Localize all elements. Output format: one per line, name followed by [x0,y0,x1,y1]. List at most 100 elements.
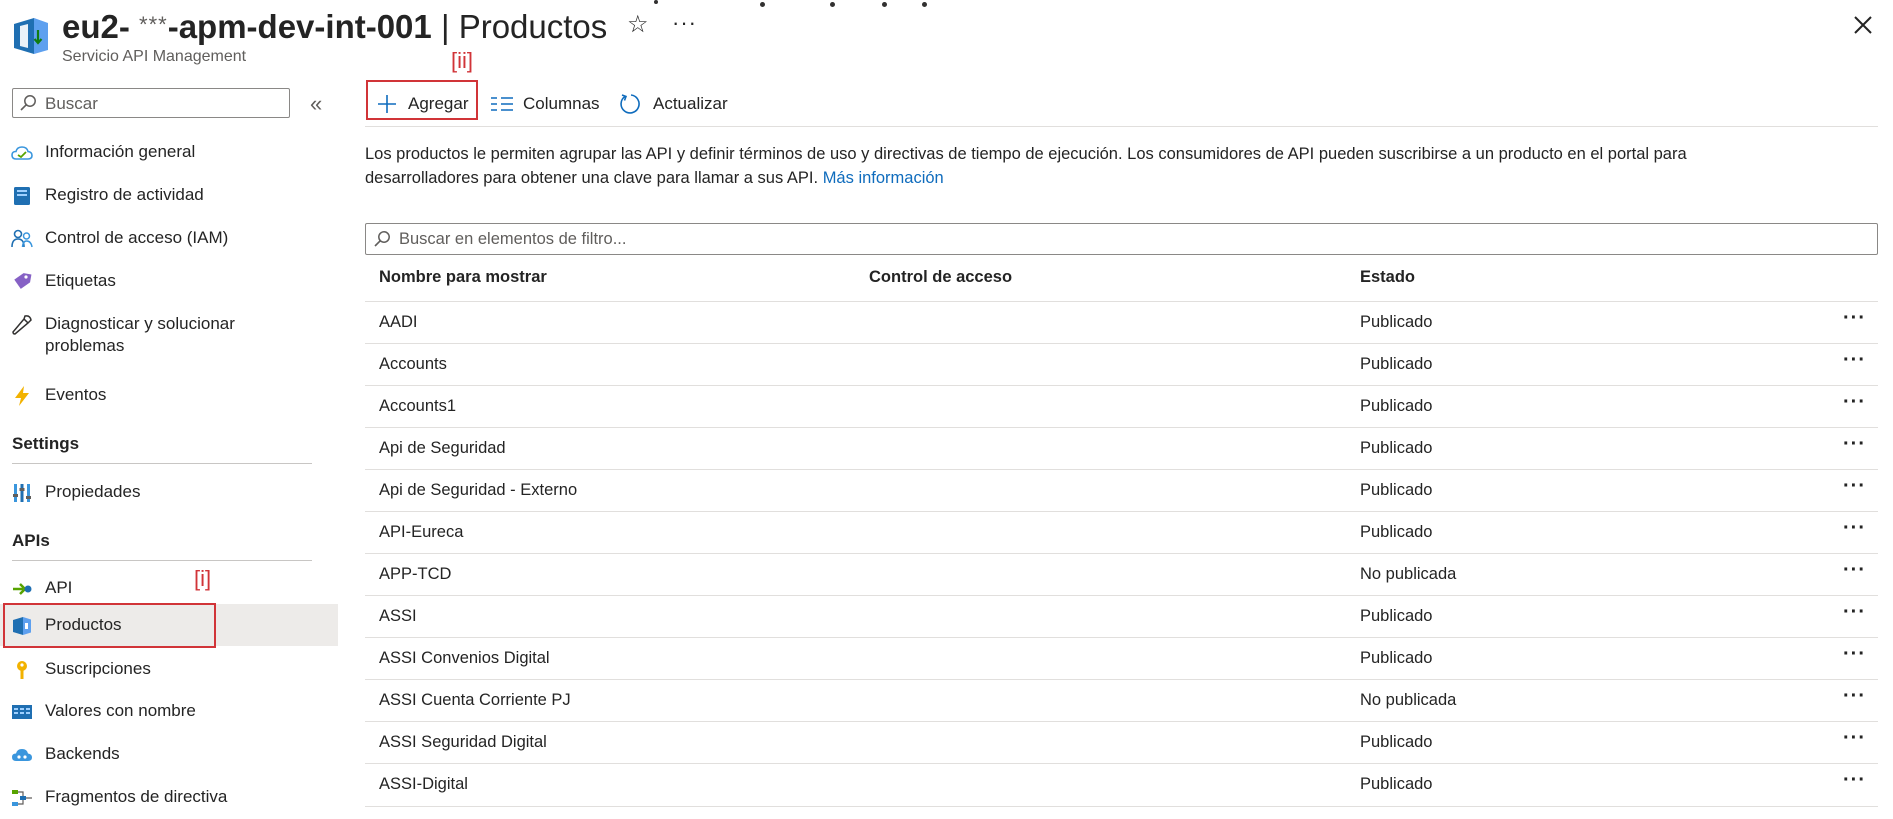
product-status: Publicado [1360,355,1433,373]
product-name[interactable]: Api de Seguridad - Externo [379,481,577,500]
table-row[interactable]: ASSI Convenios Digital Publicado ··· [365,637,1878,680]
section-divider [12,463,312,464]
sidebar-item-iam[interactable]: Control de acceso (IAM) [0,217,338,259]
header-more-icon[interactable]: ··· [672,10,697,36]
row-more-icon[interactable]: ··· [1843,559,1866,582]
table-row[interactable]: Api de Seguridad - Externo Publicado ··· [365,469,1878,512]
sidebar-item-diagnose[interactable]: Diagnosticar y solucionar problemas [0,303,338,367]
product-name[interactable]: ASSI [379,607,417,626]
sidebar-item-backends[interactable]: Backends [0,733,338,775]
sidebar-item-events[interactable]: Eventos [0,374,338,416]
table-row[interactable]: API-Eureca Publicado ··· [365,511,1878,554]
sidebar-item-subscriptions[interactable]: Suscripciones [0,648,338,690]
product-status: Publicado [1360,733,1433,751]
search-icon [374,231,390,247]
products-description: Los productos le permiten agrupar las AP… [365,142,1765,190]
product-name[interactable]: APP-TCD [379,565,451,584]
product-status: Publicado [1360,649,1433,667]
named-values-icon [12,705,32,719]
learn-more-link[interactable]: Más información [823,169,944,187]
sidebar-item-policy-fragments[interactable]: Fragmentos de directiva [0,776,338,818]
table-row[interactable]: ASSI Publicado ··· [365,595,1878,638]
product-status: Publicado [1360,523,1433,541]
product-status: Publicado [1360,775,1433,793]
product-name[interactable]: ASSI Cuenta Corriente PJ [379,691,571,710]
columns-button-label: Columnas [523,94,600,113]
description-text: Los productos le permiten agrupar las AP… [365,145,1687,187]
product-name[interactable]: ASSI-Digital [379,775,468,794]
table-row[interactable]: APP-TCD No publicada ··· [365,553,1878,596]
loading-dot [760,2,765,7]
policy-fragments-icon [12,790,32,806]
product-name[interactable]: Accounts1 [379,397,456,416]
annotation-highlight-box-ii [366,80,478,120]
properties-icon [13,484,31,502]
table-row[interactable]: Accounts1 Publicado ··· [365,385,1878,428]
product-name[interactable]: Accounts [379,355,447,374]
sidebar-item-label: Registro de actividad [45,185,204,204]
refresh-button[interactable]: Actualizar [619,88,739,120]
row-more-icon[interactable]: ··· [1843,769,1866,792]
row-more-icon[interactable]: ··· [1843,475,1866,498]
product-name[interactable]: API-Eureca [379,523,463,542]
wrench-icon [12,315,32,335]
filter-search-placeholder: Buscar en elementos de filtro... [399,230,627,248]
product-name[interactable]: Api de Seguridad [379,439,506,458]
row-more-icon[interactable]: ··· [1843,349,1866,372]
table-row[interactable]: Api de Seguridad Publicado ··· [365,427,1878,470]
row-more-icon[interactable]: ··· [1843,517,1866,540]
iam-icon [11,229,33,248]
table-row[interactable]: Accounts Publicado ··· [365,343,1878,386]
column-header-access-control[interactable]: Control de acceso [869,268,1012,287]
sidebar-item-label: Propiedades [45,482,141,501]
sidebar-item-tags[interactable]: Etiquetas [0,260,338,302]
sidebar-item-named-values[interactable]: Valores con nombre [0,690,338,732]
sidebar-search-placeholder: Buscar [45,94,98,113]
row-more-icon[interactable]: ··· [1843,307,1866,330]
columns-button[interactable]: Columnas [490,88,606,120]
product-status: Publicado [1360,313,1433,331]
row-more-icon[interactable]: ··· [1843,391,1866,414]
loading-dot [830,2,835,7]
collapse-sidebar-icon[interactable]: « [310,91,322,117]
filter-search-input[interactable]: Buscar en elementos de filtro... [365,223,1878,255]
product-status: No publicada [1360,565,1457,583]
loading-dot [922,2,927,7]
sidebar-item-overview[interactable]: Información general [0,131,338,173]
column-header-display-name[interactable]: Nombre para mostrar [379,268,547,287]
table-row[interactable]: ASSI Seguridad Digital Publicado ··· [365,721,1878,764]
sidebar-item-label: Etiquetas [45,271,116,290]
sidebar-item-label: Backends [45,744,120,763]
annotation-highlight-box-i [3,603,216,648]
sidebar-item-properties[interactable]: Propiedades [0,471,338,513]
sidebar-item-label: Control de acceso (IAM) [45,228,229,247]
product-status: Publicado [1360,481,1433,499]
table-row[interactable]: AADI Publicado ··· [365,301,1878,344]
resource-name-mask: *** [139,12,168,37]
column-header-status[interactable]: Estado [1360,268,1415,287]
section-divider [12,560,312,561]
refresh-button-label: Actualizar [653,94,728,113]
product-name[interactable]: AADI [379,313,418,332]
tag-icon [14,273,32,289]
row-more-icon[interactable]: ··· [1843,685,1866,708]
loading-dot [882,2,887,7]
sidebar-search-input[interactable]: Buscar [12,88,290,118]
close-icon[interactable] [1848,10,1878,40]
row-more-icon[interactable]: ··· [1843,433,1866,456]
row-more-icon[interactable]: ··· [1843,727,1866,750]
product-name[interactable]: ASSI Seguridad Digital [379,733,547,752]
blade-name: Productos [458,8,608,45]
key-icon [17,661,27,679]
annotation-label-ii: [ii] [451,48,473,73]
table-row[interactable]: ASSI Cuenta Corriente PJ No publicada ··… [365,679,1878,722]
sidebar-item-activity-log[interactable]: Registro de actividad [0,174,338,216]
api-management-resource-icon [14,18,48,54]
favorite-star-icon[interactable]: ☆ [627,10,649,39]
row-more-icon[interactable]: ··· [1843,643,1866,666]
title-separator: | [431,8,459,45]
product-name[interactable]: ASSI Convenios Digital [379,649,550,668]
sidebar-item-label: Valores con nombre [45,701,196,720]
row-more-icon[interactable]: ··· [1843,601,1866,624]
table-row[interactable]: ASSI-Digital Publicado ··· [365,763,1878,807]
